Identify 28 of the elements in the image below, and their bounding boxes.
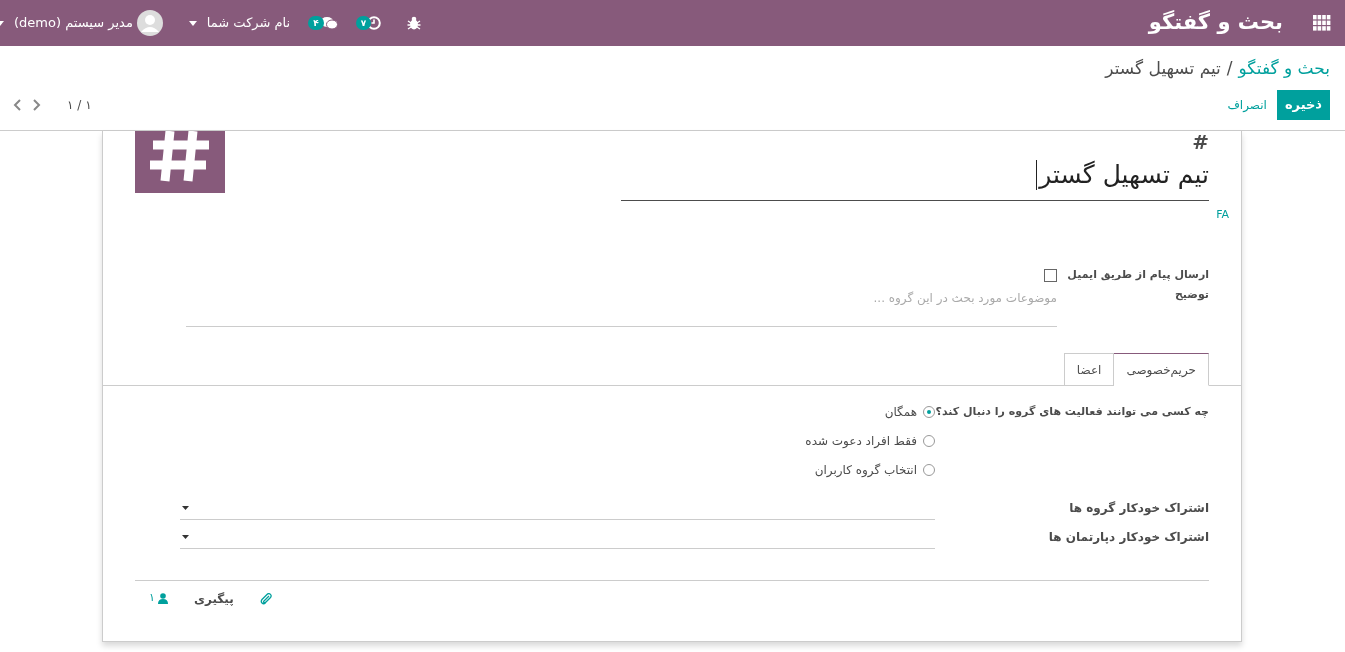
radio-label: فقط افراد دعوت شده — [805, 433, 917, 450]
company-dropdown[interactable]: نام شرکت شما — [188, 13, 291, 33]
count-badge: ۷ — [355, 16, 372, 30]
followers-button[interactable]: ۱ — [149, 590, 168, 607]
discard-button[interactable]: انصراف — [1217, 90, 1277, 120]
app-title: بحث و گفتگو — [1148, 9, 1283, 37]
field-label: اشتراک خودکار دپارتمان ها — [1047, 529, 1209, 546]
breadcrumb-separator: / — [1226, 57, 1233, 81]
activities-button[interactable]: ۷ — [355, 16, 382, 30]
tab[interactable]: اعضا — [1063, 353, 1115, 386]
email-label: ارسال پیام از طریق ایمیل — [1066, 266, 1209, 283]
follow-button[interactable]: پیگیری — [193, 589, 234, 608]
save-button[interactable]: ذخیره — [1276, 90, 1330, 120]
language-label[interactable]: FA — [621, 207, 1229, 224]
count-badge: ۴ — [308, 16, 324, 30]
description-field[interactable]: موضوعات مورد بحث در این گروه ... — [186, 287, 1057, 327]
breadcrumb-link[interactable]: بحث و گفتگو — [1238, 56, 1330, 82]
breadcrumb-current: تیم تسهیل گستر — [1105, 57, 1221, 81]
field-label: اشتراک خودکار گروه ها — [1068, 500, 1209, 517]
radio-label: همگان — [884, 404, 917, 421]
name-field[interactable]: تیم تسهیل گستر — [621, 149, 1209, 201]
privacy-label: چه کسی می توانند فعالیت های گروه را دنبال کند؟ — [935, 404, 1209, 420]
messages-button[interactable]: ۴ — [308, 16, 338, 30]
description-label: توضیح — [1173, 287, 1209, 303]
radio-label: انتخاب گروه کاربران — [814, 462, 917, 479]
user-menu[interactable]: مدیر سیستم (demo) — [0, 10, 163, 36]
pager-counter: ۱ / ۱ — [67, 97, 92, 114]
tab[interactable]: حریم‌خصوصی — [1113, 353, 1209, 386]
